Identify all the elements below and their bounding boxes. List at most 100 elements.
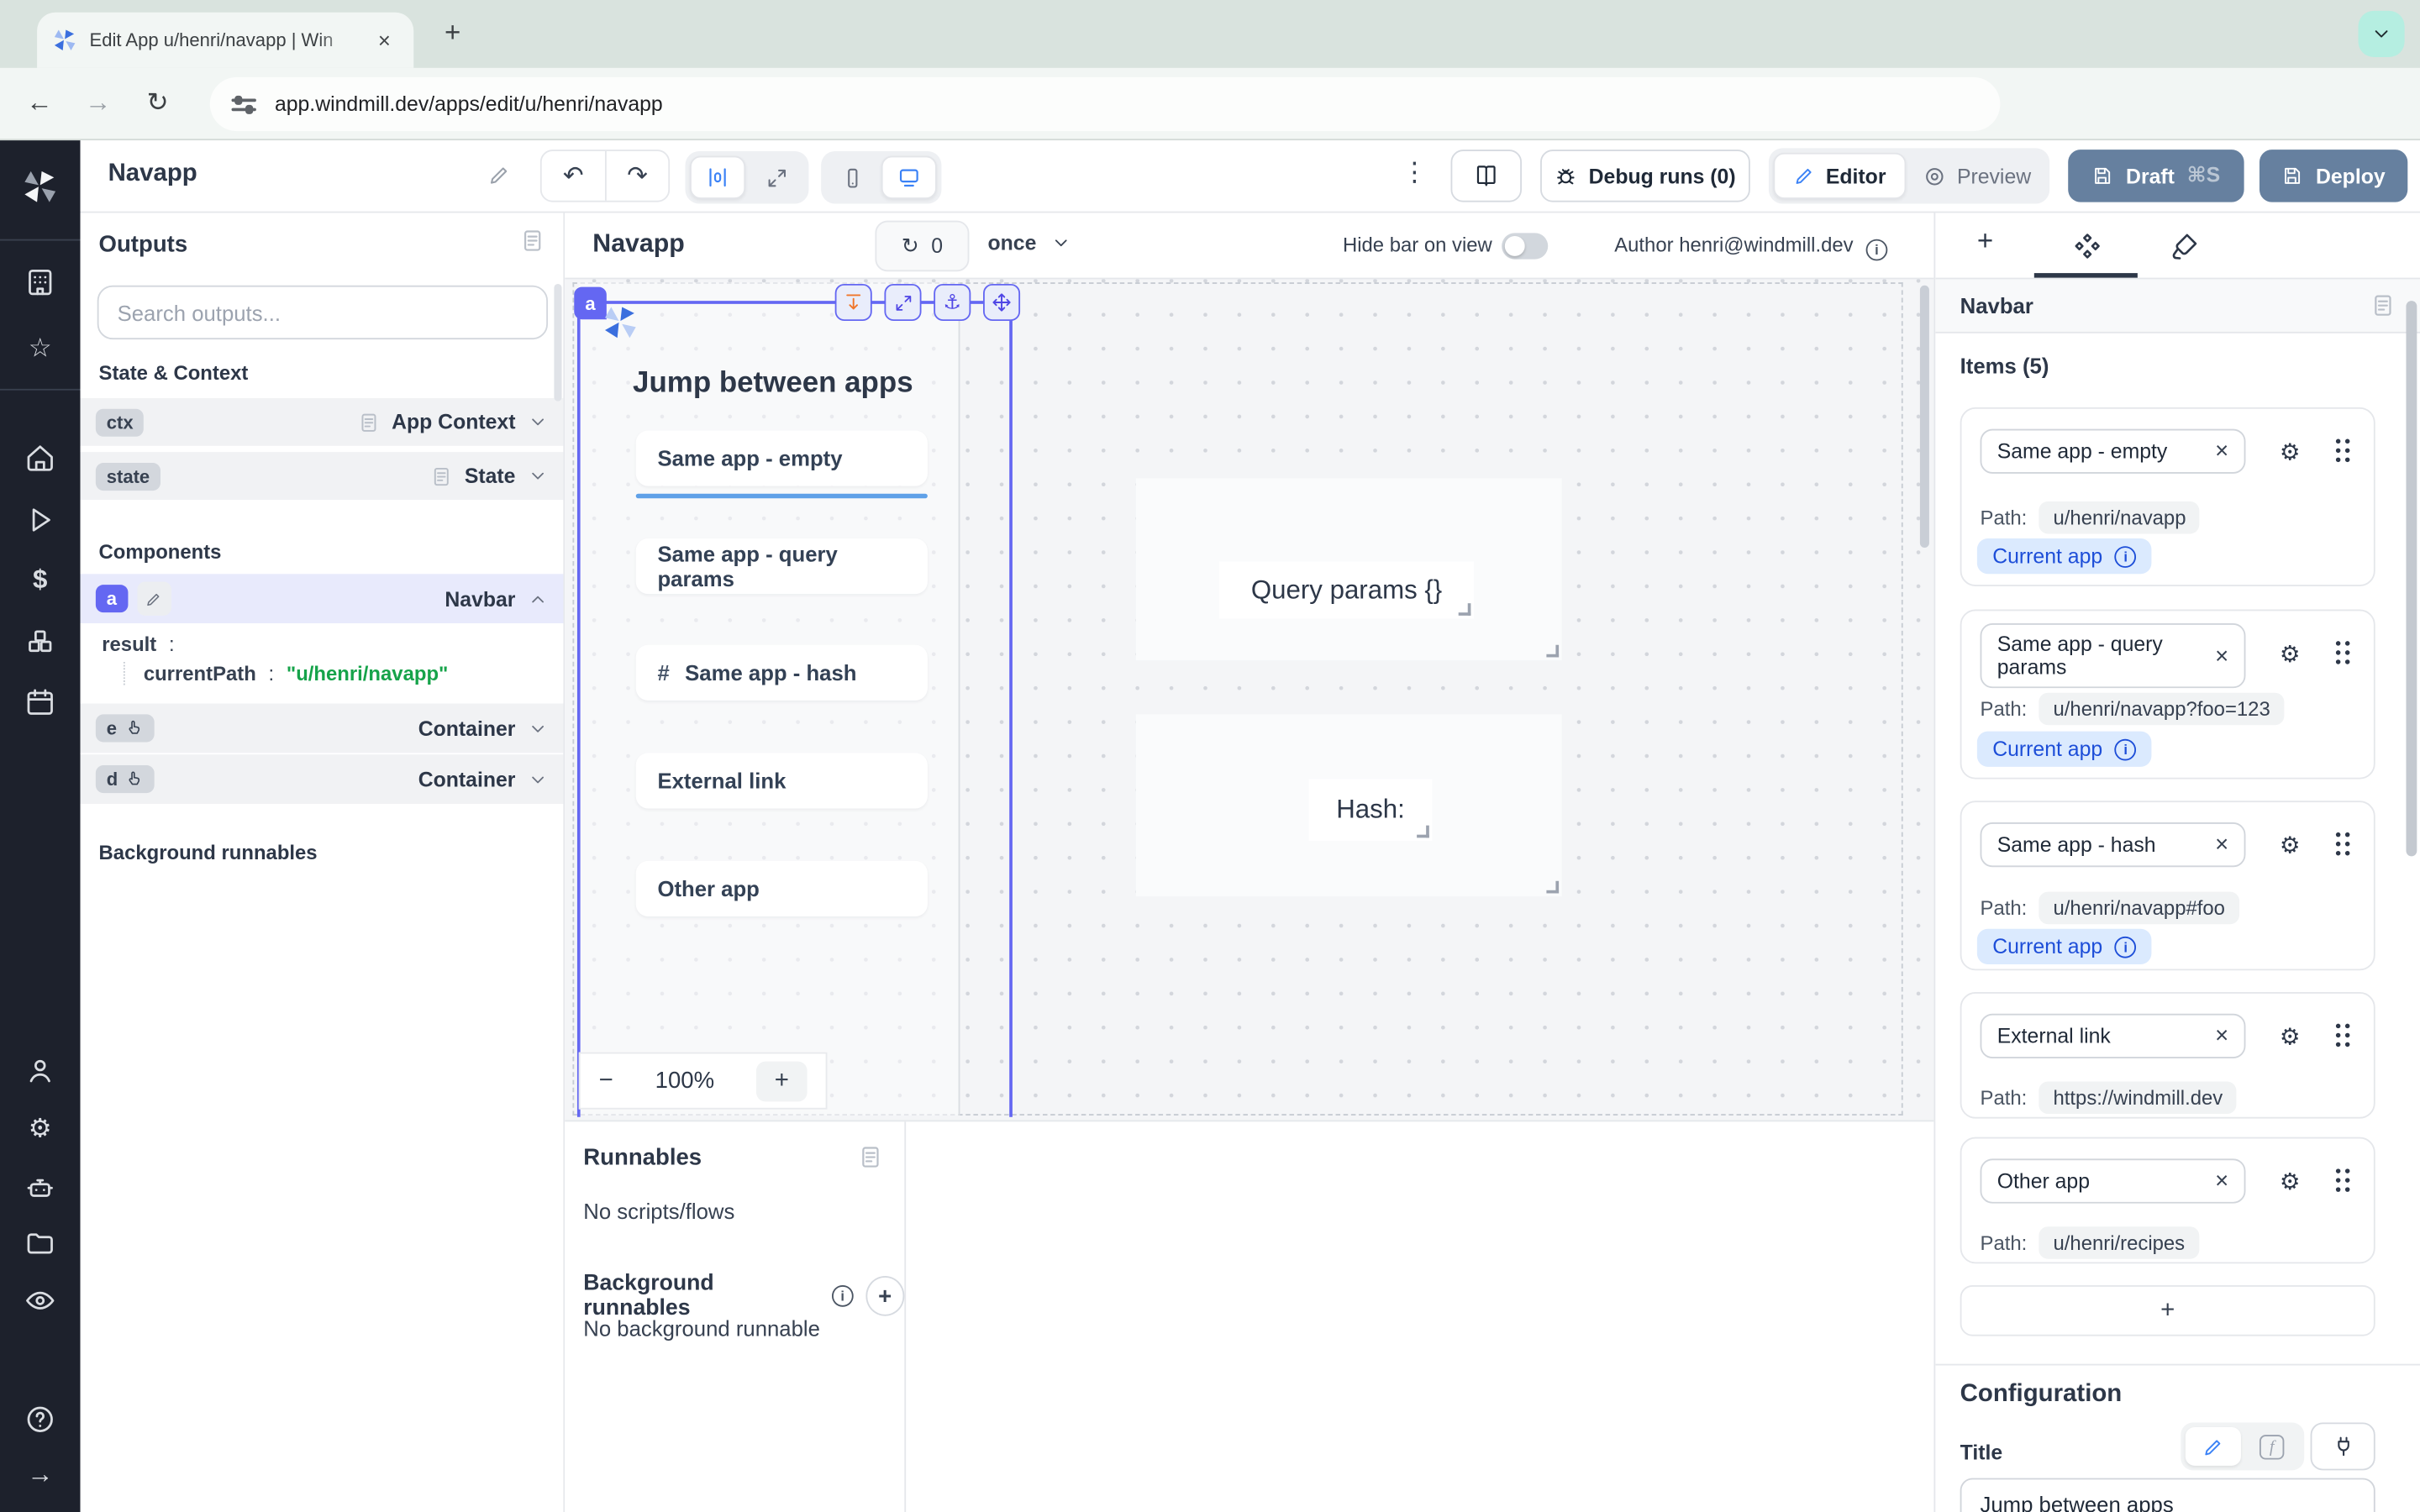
chevron-down-icon[interactable]	[528, 466, 548, 486]
edit-title-icon[interactable]	[487, 164, 511, 187]
draft-button[interactable]: Draft ⌘S	[2068, 150, 2244, 202]
item-path-value[interactable]: u/henri/recipes	[2039, 1226, 2199, 1259]
drag-handle-icon[interactable]	[2332, 638, 2354, 666]
run-mode-dropdown[interactable]: once	[988, 232, 1071, 255]
fullscreen-layout-button[interactable]	[749, 156, 804, 199]
connect-input-button[interactable]	[2311, 1422, 2375, 1470]
hide-bar-toggle[interactable]	[1502, 233, 1548, 259]
item-label-input[interactable]: External link ×	[1981, 1014, 2246, 1058]
sidebar-item-variables[interactable]: $	[24, 564, 55, 596]
output-row-container-d[interactable]: d Container	[81, 754, 564, 804]
clear-label-icon[interactable]: ×	[2215, 1168, 2228, 1194]
resize-handle[interactable]	[1417, 826, 1429, 838]
resize-handle[interactable]	[1459, 603, 1471, 616]
nav-item-external-link[interactable]: External link	[636, 753, 928, 808]
item-label-input[interactable]: Same app - query params ×	[1981, 623, 2246, 688]
clear-label-icon[interactable]: ×	[2215, 1023, 2228, 1049]
expression-value-button[interactable]: f	[2244, 1427, 2300, 1466]
forward-button[interactable]: →	[85, 88, 111, 119]
output-row-navbar[interactable]: a Navbar	[81, 574, 564, 623]
editor-tab[interactable]: Editor	[1773, 153, 1906, 199]
redo-button[interactable]: ↷	[605, 151, 668, 201]
clear-label-icon[interactable]: ×	[2215, 438, 2228, 465]
doc-panel-icon[interactable]	[858, 1145, 882, 1169]
search-outputs-input[interactable]	[97, 286, 548, 339]
info-icon[interactable]: i	[2115, 738, 2137, 760]
hash-text[interactable]: Hash:	[1309, 780, 1433, 841]
debug-runs-button[interactable]: Debug runs (0)	[1540, 150, 1750, 202]
info-icon[interactable]: i	[2115, 936, 2137, 958]
query-params-text[interactable]: Query params {}	[1219, 562, 1474, 619]
search-tabs-button[interactable]	[2359, 11, 2405, 57]
preview-tab[interactable]: Preview	[1909, 153, 2045, 199]
item-settings-icon[interactable]: ⚙	[2280, 640, 2301, 668]
deploy-button[interactable]: Deploy	[2260, 150, 2407, 202]
fullscreen-component-button[interactable]	[884, 284, 921, 321]
sidebar-item-users[interactable]	[24, 1055, 55, 1086]
outputs-scrollbar[interactable]	[554, 284, 561, 402]
item-label-input[interactable]: Same app - hash ×	[1981, 822, 2246, 867]
undo-button[interactable]: ↶	[542, 151, 605, 201]
tab-component-settings[interactable]	[2073, 232, 2102, 261]
windmill-logo-icon[interactable]	[22, 168, 59, 205]
hash-container[interactable]: Hash:	[1136, 714, 1562, 896]
item-label-input[interactable]: Other app ×	[1981, 1158, 2246, 1203]
clear-label-icon[interactable]: ×	[2215, 832, 2228, 858]
docs-button[interactable]	[1451, 150, 1522, 202]
centered-layout-button[interactable]	[690, 156, 745, 199]
back-button[interactable]: ←	[26, 88, 52, 119]
nav-item-other-app[interactable]: Other app	[636, 861, 928, 916]
item-path-value[interactable]: u/henri/navapp	[2039, 501, 2200, 534]
chevron-down-icon[interactable]	[528, 412, 548, 432]
author-info-icon[interactable]: i	[1866, 239, 1888, 261]
item-path-value[interactable]: https://windmill.dev	[2039, 1082, 2237, 1115]
doc-panel-icon[interactable]	[2370, 293, 2395, 318]
item-label-input[interactable]: Same app - empty ×	[1981, 429, 2246, 474]
output-row-state[interactable]: state State	[81, 452, 564, 500]
item-path-value[interactable]: u/henri/navapp#foo	[2039, 892, 2239, 925]
item-settings-icon[interactable]: ⚙	[2280, 1168, 2301, 1195]
reload-button[interactable]: ↻	[146, 88, 168, 119]
new-tab-button[interactable]: +	[445, 17, 460, 50]
static-value-button[interactable]	[2186, 1427, 2241, 1466]
sidebar-item-favorites[interactable]: ☆	[24, 333, 55, 365]
info-icon[interactable]: i	[832, 1285, 853, 1307]
chevron-down-icon[interactable]	[528, 769, 548, 790]
url-bar[interactable]: app.windmill.dev/apps/edit/u/henri/navap…	[210, 77, 2001, 131]
drag-handle-icon[interactable]	[2332, 437, 2354, 465]
panel-scrollbar[interactable]	[2406, 301, 2417, 856]
output-row-ctx[interactable]: ctx App Context	[81, 398, 564, 446]
item-settings-icon[interactable]: ⚙	[2280, 1023, 2301, 1051]
doc-panel-icon[interactable]	[520, 228, 544, 253]
query-params-container[interactable]: Query params {}	[1136, 478, 1562, 660]
item-settings-icon[interactable]: ⚙	[2280, 438, 2301, 466]
tab-theme-styling[interactable]	[2170, 232, 2199, 261]
more-options-icon[interactable]: ⋮	[1402, 157, 1428, 188]
chevron-up-icon[interactable]	[528, 589, 548, 609]
tab-close-icon[interactable]: ×	[371, 26, 398, 54]
add-nav-item-button[interactable]: +	[1960, 1285, 2375, 1336]
output-row-container-e[interactable]: e Container	[81, 704, 564, 753]
sidebar-item-schedules[interactable]	[24, 686, 55, 717]
sidebar-item-settings[interactable]: ⚙	[24, 1114, 55, 1145]
item-path-value[interactable]: u/henri/navapp?foo=123	[2039, 693, 2284, 726]
site-settings-icon[interactable]	[232, 93, 256, 115]
nav-item-query-params[interactable]: Same app - query params	[636, 538, 928, 594]
mobile-view-button[interactable]	[826, 156, 878, 199]
title-value-input[interactable]	[1960, 1478, 2375, 1512]
add-background-runnable-button[interactable]: +	[865, 1276, 904, 1316]
sidebar-item-resources[interactable]	[24, 627, 55, 658]
drag-handle-icon[interactable]	[2332, 830, 2354, 858]
chevron-down-icon[interactable]	[528, 718, 548, 738]
desktop-view-button[interactable]	[881, 156, 937, 199]
clear-label-icon[interactable]: ×	[2215, 643, 2228, 669]
edit-id-icon[interactable]	[137, 581, 171, 615]
sidebar-item-runs[interactable]	[24, 505, 55, 536]
drag-handle-icon[interactable]	[2332, 1021, 2354, 1049]
sidebar-item-workers[interactable]	[24, 1173, 55, 1204]
zoom-out-button[interactable]: −	[599, 1067, 613, 1095]
navbar-result-tree[interactable]: result: currentPath : "u/henri/navapp"	[81, 623, 564, 704]
sidebar-collapse-icon[interactable]: →	[24, 1460, 55, 1491]
move-component-button[interactable]	[983, 284, 1020, 321]
nav-item-hash[interactable]: # Same app - hash	[636, 645, 928, 701]
